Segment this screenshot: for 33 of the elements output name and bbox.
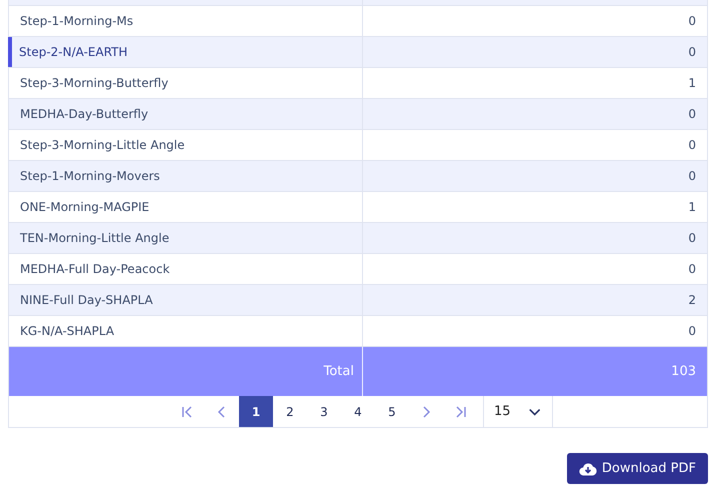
download-pdf-button[interactable]: Download PDF xyxy=(566,453,708,484)
total-value: 103 xyxy=(670,363,697,381)
cloud-download-icon xyxy=(578,462,597,476)
page-button[interactable]: 4 xyxy=(341,396,375,427)
table-cell-text: 1 xyxy=(687,199,697,216)
table-cell: TEN-Morning-Little Angle xyxy=(9,223,363,253)
table-cell: Step-1-Morning-Movers xyxy=(9,161,363,191)
page-button[interactable]: 1 xyxy=(239,396,273,427)
table-cell: Step-3-Morning-Butterfly xyxy=(9,68,363,98)
table-cell-text: 0 xyxy=(687,168,697,185)
table-cell: Step-3-Morning-Little Angle xyxy=(9,130,363,160)
table-cell-text: 2 xyxy=(687,292,697,309)
table-cell-text: 0 xyxy=(687,106,697,123)
table-cell: ONE-Morning-MAGPIE xyxy=(9,192,363,222)
page-button[interactable]: 3 xyxy=(307,396,341,427)
table-cell-text: 0 xyxy=(687,230,697,247)
page-button[interactable]: 2 xyxy=(273,396,307,427)
table-cell-text: 1 xyxy=(687,75,697,92)
table-cell: KG-N/A-SHAPLA xyxy=(9,316,363,346)
table-cell-text: 0 xyxy=(687,44,697,61)
table-cell-text: 0 xyxy=(687,323,697,340)
page-size-select[interactable]: 15 xyxy=(483,396,553,427)
chevron-left-icon xyxy=(217,406,227,418)
table-cell: MEDHA-Day-Butterfly xyxy=(9,99,363,129)
table-cell-text: 0 xyxy=(687,13,697,30)
chevron-right-icon xyxy=(421,406,431,418)
table-cell: NINE-Full Day-SHAPLA xyxy=(9,285,363,315)
table-cell: MEDHA-Full Day-Peacock xyxy=(9,254,363,284)
table-cell-text: 0 xyxy=(687,261,697,278)
table-cell: Step-1-Morning-Ms xyxy=(9,6,363,36)
chevron-down-icon xyxy=(528,406,540,416)
page-button[interactable]: 5 xyxy=(375,396,409,427)
table-cell-text: 0 xyxy=(687,137,697,154)
